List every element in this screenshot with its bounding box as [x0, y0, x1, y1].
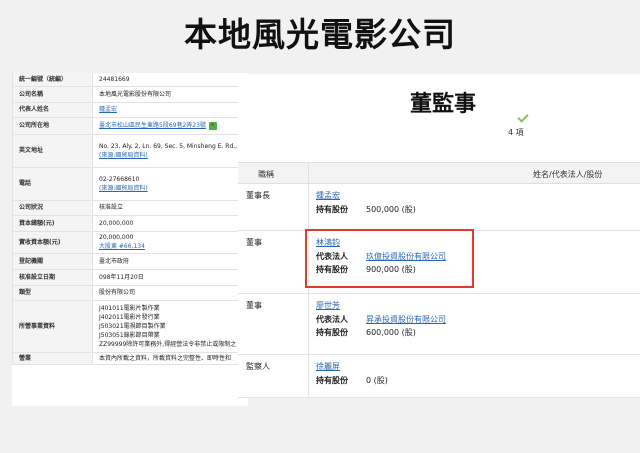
director-role: 董事 [246, 238, 262, 247]
director-role: 監察人 [246, 362, 270, 371]
company-registry-table: 統一編號（統編） 24481669 公司名稱 本地風光電影股份有限公司 代表人姓名 鍾孟宏… [12, 73, 248, 365]
registry-link[interactable]: (來源:國貿局資料) [99, 184, 248, 193]
registry-value: 20,000,000 [92, 215, 248, 232]
director-name-link[interactable]: 廖世芳 [316, 300, 340, 311]
highlight-box [305, 229, 474, 288]
registry-label: 英文地址 [12, 134, 93, 168]
registry-value-line: 本地風光電影股份有限公司 [99, 90, 172, 98]
registry-value: No. 23, Aly. 2, Ln. 69, Sec. 5, Minsheng… [92, 134, 248, 168]
director-name-link[interactable]: 鍾孟宏 [316, 190, 340, 201]
registry-value-line: J503051錄影節目帶業 [99, 331, 160, 339]
registry-label: 核准設立日期 [12, 269, 93, 286]
registry-value: J401011電影片製作業 J402011電影片發行業 J503021電視節目製作業… [92, 300, 248, 353]
corporate-rep-link[interactable]: 昇承投資股份有限公司 [366, 314, 446, 325]
director-detail-line: 代表法人 昇承投資股份有限公司 [316, 314, 446, 325]
director-detail-value: 600,000 (股) [366, 328, 416, 337]
director-role: 董事 [246, 301, 262, 310]
registry-row: 公司狀況 核准設立 [12, 200, 248, 216]
registry-value: 鍾孟宏 [92, 102, 248, 118]
registry-value: 098年11月20日 [92, 269, 248, 286]
header-role: 職稱 [258, 170, 274, 179]
registry-label: 公司所在地 [12, 117, 93, 135]
registry-value-line: 24481669 [99, 75, 130, 83]
slide-title: 本地風光電影公司 [184, 15, 456, 54]
registry-label: 類型 [12, 285, 93, 301]
registry-label: 電話 [12, 167, 93, 201]
director-detail-key: 代表法人 [316, 315, 348, 324]
registry-value-line: 本資內所載之資料，所載資料之完整性、即時性和 [99, 354, 232, 362]
registry-row: 代表人姓名 鍾孟宏 [12, 102, 248, 118]
registry-value: 本資內所載之資料，所載資料之完整性、即時性和 [92, 352, 248, 365]
registry-value-line: ZZ99999除許可業務外,得經營法令非禁止或限制之 [99, 340, 237, 348]
registry-value: 20,000,000 大股東 #66,134 [92, 231, 248, 254]
registry-value: 核准設立 [92, 200, 248, 216]
directors-title: 董監事 [409, 92, 476, 117]
directors-count: 4 項 [508, 128, 524, 137]
registry-value-line: 20,000,000 [99, 234, 134, 241]
director-role: 董事長 [246, 191, 270, 200]
registry-label: 實收資本額(元) [12, 231, 93, 254]
registry-label: 登記機關 [12, 253, 93, 270]
director-detail-line: 持有股份 500,000 (股) [316, 204, 416, 215]
registry-value-line: J503021電視節目製作業 [99, 322, 166, 330]
director-row: 董事 廖世芳代表法人 昇承投資股份有限公司持有股份 600,000 (股) [238, 294, 640, 355]
registry-value: 股份有限公司 [92, 285, 248, 301]
director-row: 董事長 鍾孟宏持有股份 500,000 (股) [238, 184, 640, 231]
registry-value-line: 098年11月20日 [99, 273, 144, 281]
director-name-link[interactable]: 徐麗屏 [316, 361, 340, 372]
company-registry-panel: 統一編號（統編） 24481669 公司名稱 本地風光電影股份有限公司 代表人姓名 鍾孟宏… [12, 73, 248, 406]
director-detail-line: 持有股份 0 (股) [316, 375, 388, 386]
registry-label: 資本總額(元) [12, 215, 93, 232]
registry-link[interactable]: (來源:國貿局資料) [99, 151, 248, 160]
registry-value: 臺北市政府 [92, 253, 248, 270]
registry-value: 02-27668610 (來源:國貿局資料) [92, 167, 248, 201]
registry-row: 電話 02-27668610 (來源:國貿局資料) [12, 167, 248, 201]
director-detail-line: 持有股份 600,000 (股) [316, 327, 416, 338]
registry-row: 英文地址 No. 23, Aly. 2, Ln. 69, Sec. 5, Mins… [12, 134, 248, 168]
registry-label: 營業 [12, 352, 93, 365]
registry-value: 24481669 [92, 73, 248, 87]
registry-value-line: 核准設立 [99, 204, 124, 211]
registry-row: 所營事業資料 J401011電影片製作業 J402011電影片發行業 J503021電… [12, 300, 248, 353]
registry-link[interactable]: 鍾孟宏 [99, 105, 248, 114]
director-detail-key: 持有股份 [316, 205, 348, 214]
director-row: 監察人 徐麗屏持有股份 0 (股) [238, 355, 640, 398]
registry-row: 實收資本額(元) 20,000,000 大股東 #66,134 [12, 231, 248, 254]
registry-link[interactable]: 臺北市松山區民生東路5段69巷2弄23號 [99, 122, 206, 129]
registry-value-line: 02-27668610 [99, 175, 140, 183]
registry-value: 臺北市松山區民生東路5段69巷2弄23號 [92, 117, 248, 135]
director-detail-value: 500,000 (股) [366, 205, 416, 214]
registry-row: 資本總額(元) 20,000,000 [12, 215, 248, 232]
registry-value-line: 20,000,000 [99, 219, 134, 227]
registry-value-line: 股份有限公司 [99, 289, 136, 296]
registry-label: 所營事業資料 [12, 300, 93, 353]
registry-row: 公司名稱 本地風光電影股份有限公司 [12, 86, 248, 103]
registry-row: 統一編號（統編） 24481669 [12, 73, 248, 87]
registry-value-line: J402011電影片發行業 [99, 313, 160, 321]
registry-value-line: J401011電影片製作業 [99, 304, 160, 312]
header-detail: 姓名/代表法人/股份 [533, 170, 603, 179]
directors-table-header: 職稱 姓名/代表法人/股份 [238, 162, 640, 184]
director-detail-value: 0 (股) [366, 376, 388, 385]
director-detail-key: 持有股份 [316, 328, 348, 337]
map-icon[interactable] [208, 121, 217, 130]
registry-value-line: 臺北市政府 [99, 257, 130, 265]
registry-row: 營業 本資內所載之資料，所載資料之完整性、即時性和 [12, 352, 248, 365]
registry-row: 登記機關 臺北市政府 [12, 253, 248, 270]
registry-label: 公司名稱 [12, 86, 93, 103]
registry-row: 公司所在地 臺北市松山區民生東路5段69巷2弄23號 [12, 117, 248, 135]
registry-value-line: No. 23, Aly. 2, Ln. 69, Sec. 5, Minsheng… [99, 142, 248, 150]
registry-row: 核准設立日期 098年11月20日 [12, 269, 248, 286]
registry-label: 公司狀況 [12, 200, 93, 216]
registry-link[interactable]: 大股東 #66,134 [99, 242, 248, 251]
registry-value: 本地風光電影股份有限公司 [92, 86, 248, 103]
registry-row: 類型 股份有限公司 [12, 285, 248, 301]
registry-label: 統一編號（統編） [12, 73, 93, 87]
registry-label: 代表人姓名 [12, 102, 93, 118]
director-detail-key: 持有股份 [316, 376, 348, 385]
